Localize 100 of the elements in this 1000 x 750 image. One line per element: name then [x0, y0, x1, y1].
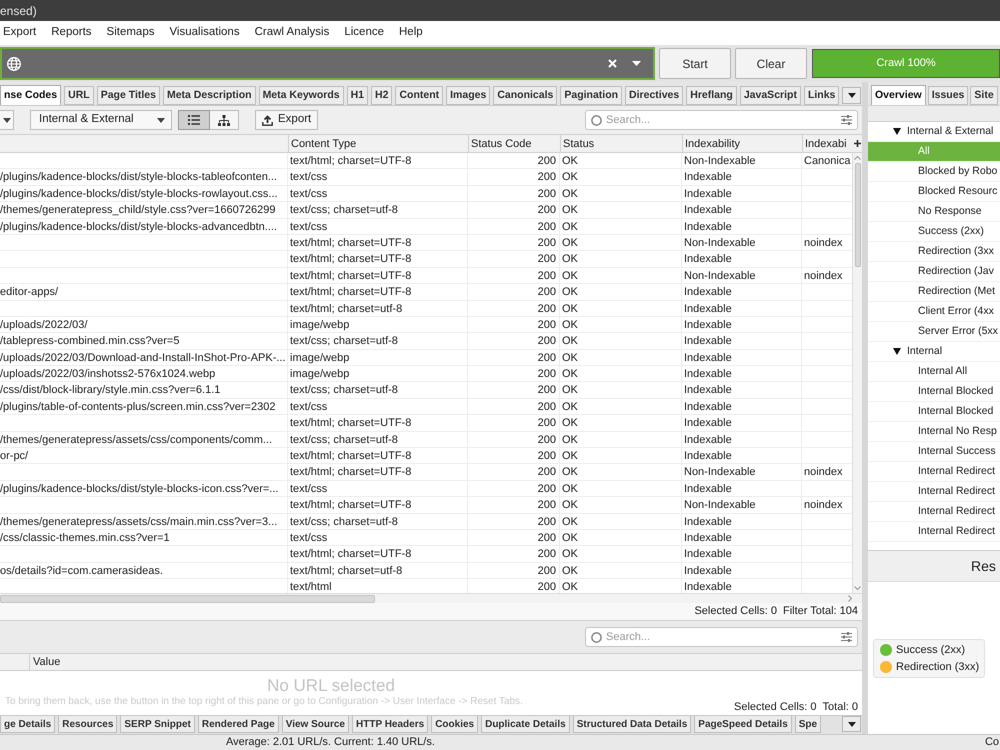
tree-view-button[interactable]: [210, 110, 239, 130]
column-header[interactable]: Content Type: [288, 135, 468, 152]
tab[interactable]: Issues: [928, 86, 968, 105]
upload-icon: [262, 114, 273, 126]
tab[interactable]: ge Details: [0, 716, 56, 733]
export-button[interactable]: Export: [255, 110, 318, 130]
table-cell: 200: [468, 432, 560, 448]
menu-item[interactable]: Sitemaps: [106, 24, 154, 42]
table-cell: OK: [560, 316, 682, 332]
tab[interactable]: JavaScript: [740, 86, 801, 105]
dropdown[interactable]: [0, 110, 14, 130]
tab[interactable]: Rendered Page: [198, 716, 279, 733]
chevron-right-icon[interactable]: [848, 595, 852, 602]
column-header[interactable]: Indexability: [682, 135, 802, 152]
table-cell: /css/classic-themes.min.css?ver=1: [0, 530, 288, 546]
table-cell: Indexable: [682, 300, 802, 316]
tab[interactable]: Overview: [871, 85, 926, 105]
search-field[interactable]: Search...: [585, 627, 858, 647]
horizontal-scrollbar[interactable]: [0, 593, 862, 603]
menu-item[interactable]: Export: [3, 24, 36, 42]
tab[interactable]: Page Titles: [96, 86, 160, 105]
tab[interactable]: Directives: [625, 86, 684, 105]
tab[interactable]: Site: [970, 86, 998, 105]
table-cell: Indexable: [682, 382, 802, 398]
start-button[interactable]: Start: [659, 48, 731, 79]
tab-overflow-button[interactable]: [842, 716, 861, 732]
vertical-scrollbar[interactable]: [852, 153, 862, 593]
tab[interactable]: Resources: [58, 716, 118, 733]
tab[interactable]: SERP Snippet: [120, 716, 195, 733]
column-header[interactable]: Status Code: [468, 135, 560, 152]
table-cell: 200: [468, 350, 560, 366]
tab[interactable]: Content: [395, 86, 444, 105]
tab[interactable]: Pagination: [560, 86, 622, 105]
plus-icon[interactable]: [854, 140, 860, 147]
table-cell: 200: [468, 153, 560, 168]
tab[interactable]: Spe: [794, 716, 822, 733]
tab[interactable]: Hreflang: [686, 86, 737, 105]
table-cell: 200: [468, 202, 560, 218]
table-cell: 200: [468, 234, 560, 250]
table-cell: 200: [468, 398, 560, 414]
progress-label: Crawl 100%: [876, 56, 936, 72]
table-cell-text: noindex: [803, 268, 844, 284]
table-cell: Indexable: [682, 480, 802, 496]
tab[interactable]: Meta Description: [162, 86, 256, 105]
table-cell: OK: [560, 530, 682, 546]
table-cell-text: noindex: [803, 236, 844, 250]
tab[interactable]: H1: [346, 86, 368, 105]
tab-overflow-button[interactable]: [842, 87, 862, 104]
menu-item[interactable]: Reports: [51, 24, 92, 42]
tab[interactable]: nse Codes: [0, 85, 62, 105]
caret-icon[interactable]: [893, 348, 901, 355]
tab[interactable]: URL: [64, 86, 94, 105]
tab[interactable]: Duplicate Details: [481, 716, 570, 733]
search-input[interactable]: Search...: [602, 628, 841, 646]
table-cell: image/webp: [288, 366, 468, 382]
clear-button[interactable]: Clear: [735, 48, 807, 79]
table-cell: Non-Indexable: [682, 153, 802, 168]
table-cell: /plugins/table-of-contents-plus/screen.min.css?ver=2302: [0, 398, 288, 414]
tab[interactable]: Cookies: [431, 716, 478, 733]
tab[interactable]: HTTP Headers: [352, 716, 428, 733]
scrollbar-thumb[interactable]: [0, 594, 375, 602]
tab[interactable]: Canonicals: [493, 86, 558, 105]
tab[interactable]: Links: [804, 86, 840, 105]
menu-item[interactable]: Visualisations: [169, 24, 240, 42]
table-cell: Indexable: [682, 218, 802, 234]
tab[interactable]: Images: [446, 86, 490, 105]
table-cell: Indexable: [682, 251, 802, 267]
column-header[interactable]: Indexabi: [802, 135, 852, 152]
url-field[interactable]: [0, 47, 655, 80]
table-cell: /themes/generatepress/assets/css/components/comm...: [0, 432, 288, 448]
column-header[interactable]: Status: [560, 135, 682, 152]
table-cell: OK: [560, 284, 682, 300]
list-view-button[interactable]: [178, 110, 210, 130]
status-text: Selected Cells: 0: [734, 701, 817, 714]
table-cell: OK: [560, 186, 682, 202]
menu-item[interactable]: Licence: [344, 24, 384, 42]
table-cell: 200: [468, 284, 560, 300]
scrollbar-thumb[interactable]: [854, 163, 860, 267]
filter-dropdown[interactable]: Internal & External: [30, 110, 172, 130]
caret-icon[interactable]: [893, 128, 901, 135]
search-input[interactable]: Search...: [602, 111, 841, 129]
tab[interactable]: PageSpeed Details: [694, 716, 792, 733]
column-header[interactable]: Value: [30, 654, 862, 670]
menu-item[interactable]: Help: [399, 24, 423, 42]
menu-item[interactable]: Crawl Analysis: [254, 24, 330, 42]
tab[interactable]: View Source: [282, 716, 349, 733]
search-field[interactable]: Search...: [585, 110, 858, 130]
close-icon[interactable]: [608, 59, 617, 68]
tab[interactable]: Meta Keywords: [258, 86, 344, 105]
chevron-up-icon[interactable]: [854, 156, 861, 160]
table-cell: 200: [468, 546, 560, 562]
table-cell: Indexable: [682, 333, 802, 349]
tab[interactable]: H2: [371, 86, 392, 105]
table-cell: text/css; charset=utf-8: [288, 333, 468, 349]
chevron-down-icon[interactable]: [854, 586, 861, 590]
table-cell: /uploads/2022/03/Download-and-Install-InShot-Pro-APK-...: [0, 350, 288, 366]
table-cell: text/css; charset=utf-8: [288, 382, 468, 398]
table-cell-text: noindex: [803, 498, 844, 513]
tab[interactable]: Structured Data Details: [572, 716, 692, 733]
table-cell: Indexable: [682, 415, 802, 431]
